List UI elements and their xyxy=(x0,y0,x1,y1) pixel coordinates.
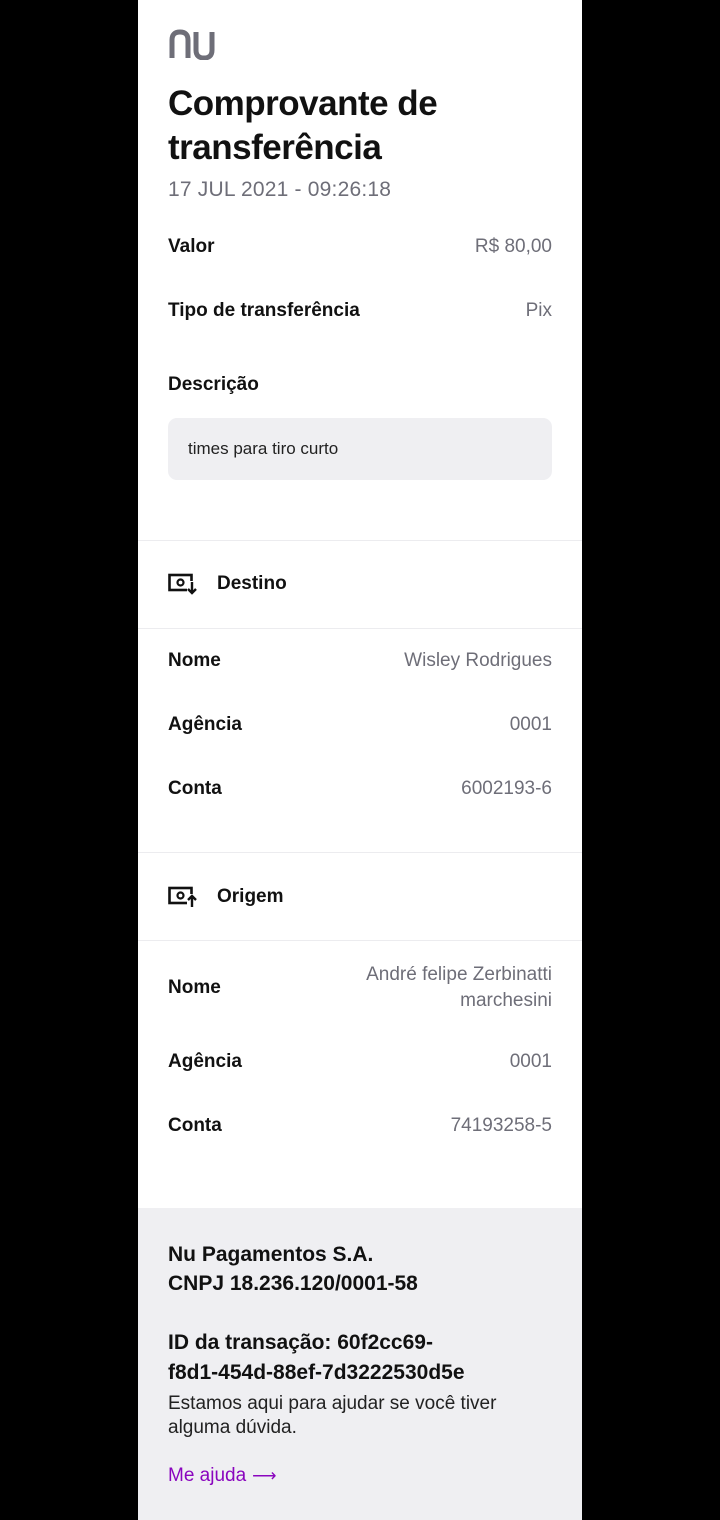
tipo-row: Tipo de transferência Pix xyxy=(168,300,552,322)
help-link-label[interactable]: Me ajuda xyxy=(168,1465,246,1487)
divider xyxy=(138,540,582,541)
origem-nome-value-line2: marchesini xyxy=(460,990,552,1011)
company-name: Nu Pagamentos S.A. xyxy=(168,1243,374,1266)
destino-nome-label: Nome xyxy=(168,650,221,671)
valor-label: Valor xyxy=(168,236,215,257)
transaction-id-line1: ID da transação: 60f2cc69- xyxy=(168,1331,433,1354)
company-cnpj: CNPJ 18.236.120/0001-58 xyxy=(168,1272,418,1295)
origem-conta-label: Conta xyxy=(168,1115,222,1136)
destino-agencia-label: Agência xyxy=(168,714,242,735)
origem-agencia-label: Agência xyxy=(168,1051,242,1072)
destino-agencia-value: 0001 xyxy=(509,714,552,735)
origem-agencia-row: Agência 0001 xyxy=(168,1051,552,1073)
descricao-label: Descrição xyxy=(168,374,259,395)
destino-conta-row: Conta 6002193-6 xyxy=(168,778,552,800)
help-text: Estamos aqui para ajudar se você tiver a… xyxy=(168,1393,497,1438)
nubank-logo xyxy=(169,29,215,60)
receipt-screen: Comprovante de transferência 17 JUL 2021… xyxy=(138,0,582,1520)
transfer-date: 17 JUL 2021 - 09:26:18 xyxy=(168,178,392,201)
transaction-id-line2: f8d1-454d-88ef-7d3222530d5e xyxy=(168,1361,465,1384)
arrow-right-icon[interactable]: ⟶ xyxy=(252,1466,276,1486)
descricao-value: times para tiro curto xyxy=(188,439,339,458)
destino-nome-value: Wisley Rodrigues xyxy=(404,650,552,671)
tipo-value: Pix xyxy=(525,300,552,321)
origem-nome-value-line1: André felipe Zerbinatti xyxy=(366,964,552,985)
divider xyxy=(138,940,582,941)
valor-value: R$ 80,00 xyxy=(474,236,552,257)
descricao-row: Descrição xyxy=(168,374,552,396)
origem-title: Origem xyxy=(217,886,284,907)
destino-header: Destino xyxy=(168,572,287,596)
valor-row: Valor R$ 80,00 xyxy=(168,236,552,258)
divider xyxy=(138,852,582,853)
destino-nome-row: Nome Wisley Rodrigues xyxy=(168,650,552,672)
origem-conta-row: Conta 74193258-5 xyxy=(168,1115,552,1137)
origem-nome-value: André felipe Zerbinatti marchesini xyxy=(366,962,552,1014)
tipo-label: Tipo de transferência xyxy=(168,300,360,321)
destino-conta-label: Conta xyxy=(168,778,222,799)
destino-title: Destino xyxy=(217,573,287,594)
origem-header: Origem xyxy=(168,885,284,909)
money-in-icon xyxy=(168,573,197,595)
page-title: Comprovante de transferência xyxy=(168,84,438,167)
origem-agencia-value: 0001 xyxy=(509,1051,552,1072)
origem-nome-row: Nome André felipe Zerbinatti marchesini xyxy=(168,962,552,1014)
divider xyxy=(138,628,582,629)
destino-conta-value: 6002193-6 xyxy=(461,778,552,799)
origem-nome-label: Nome xyxy=(168,977,221,998)
descricao-box: times para tiro curto xyxy=(168,418,552,480)
help-link[interactable]: Me ajuda ⟶ xyxy=(168,1465,277,1487)
destino-agencia-row: Agência 0001 xyxy=(168,714,552,736)
money-out-icon xyxy=(168,886,197,908)
origem-conta-value: 74193258-5 xyxy=(450,1115,552,1136)
